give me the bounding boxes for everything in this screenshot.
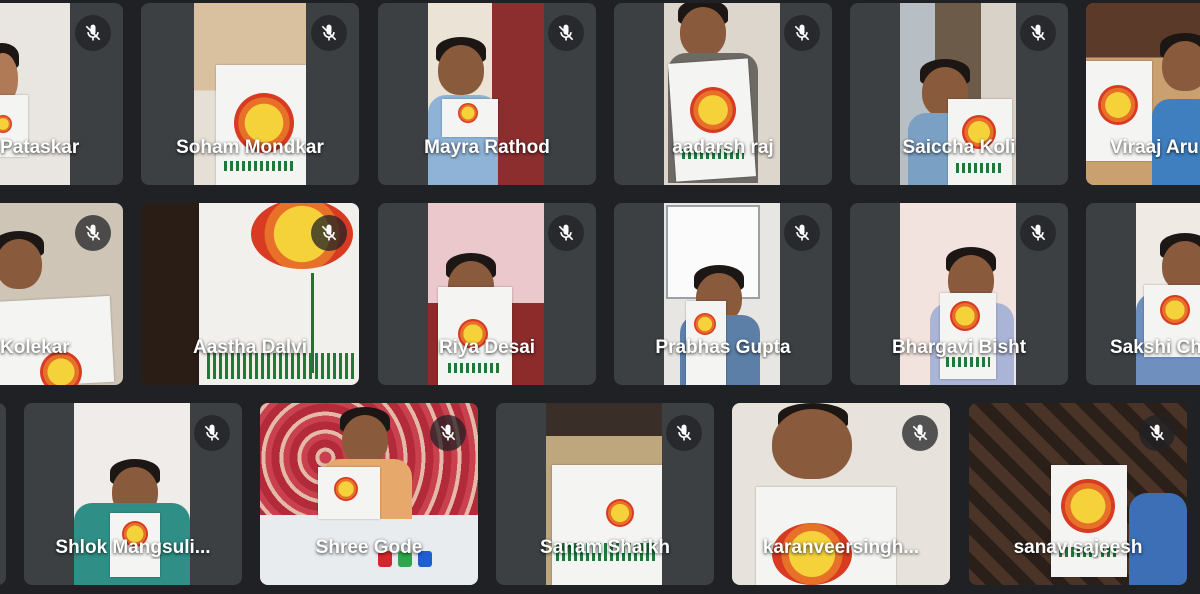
participant-name: Sakshi Ch: [1110, 337, 1200, 358]
participant-tile[interactable]: Kolekar: [0, 203, 123, 385]
participant-tile[interactable]: Shree Gode: [260, 403, 478, 585]
mic-off-icon: [784, 215, 820, 251]
participant-tile[interactable]: Bhargavi Bisht: [850, 203, 1068, 385]
participant-name: Mayra Rathod: [424, 137, 550, 158]
participant-tile[interactable]: karanveersingh...: [732, 403, 950, 585]
mic-off-icon: [311, 15, 347, 51]
participant-tile[interactable]: Pataskar: [0, 3, 123, 185]
participant-name: Shlok Mangsuli...: [55, 537, 211, 558]
participant-tile[interactable]: Soham Mondkar: [141, 3, 359, 185]
participant-name: karanveersingh...: [762, 537, 920, 558]
participant-tile[interactable]: aadarsh raj: [614, 3, 832, 185]
participant-name: Pataskar: [0, 137, 80, 158]
participant-tile[interactable]: Shlok Mangsuli...: [24, 403, 242, 585]
participant-tile[interactable]: Saiccha Koli: [850, 3, 1068, 185]
mic-off-icon: [902, 415, 938, 451]
participant-tile[interactable]: Aastha Dalvi: [141, 203, 359, 385]
participant-name: Sanam Shaikh: [540, 537, 670, 558]
participant-name: Soham Mondkar: [176, 137, 324, 158]
participant-tile[interactable]: Sanam Shaikh: [496, 403, 714, 585]
mic-off-icon: [784, 15, 820, 51]
participant-tile[interactable]: Sakshi Ch: [1086, 203, 1200, 385]
participant-tile[interactable]: Riya Desai: [378, 203, 596, 385]
mic-off-icon: [194, 415, 230, 451]
participant-name: Bhargavi Bisht: [891, 337, 1027, 358]
participant-tile[interactable]: sanav sajeesh: [969, 403, 1187, 585]
participant-tile[interactable]: Mayra Rathod: [378, 3, 596, 185]
participant-tile[interactable]: Viraaj Aru: [1086, 3, 1200, 185]
mic-off-icon: [548, 15, 584, 51]
mic-off-icon: [1020, 215, 1056, 251]
mic-off-icon: [75, 215, 111, 251]
mic-off-icon: [548, 215, 584, 251]
participant-name: Shree Gode: [315, 537, 423, 558]
mic-off-icon: [1139, 415, 1175, 451]
participant-name: Prabhas Gupta: [655, 337, 791, 358]
participant-name: aadarsh raj: [672, 137, 774, 158]
participant-name: sanav sajeesh: [1013, 537, 1143, 558]
participant-name: Riya Desai: [438, 337, 536, 358]
participant-name: Kolekar: [0, 337, 70, 358]
participant-tile[interactable]: Prabhas Gupta: [614, 203, 832, 385]
participant-name: Saiccha Koli: [902, 137, 1016, 158]
mic-off-icon: [75, 15, 111, 51]
participant-name: Viraaj Aru: [1110, 137, 1199, 158]
mic-off-icon: [666, 415, 702, 451]
mic-off-icon: [430, 415, 466, 451]
mic-off-icon: [1020, 15, 1056, 51]
participant-tile-partial[interactable]: [0, 403, 6, 585]
mic-off-icon: [311, 215, 347, 251]
participant-name: Aastha Dalvi: [192, 337, 308, 358]
